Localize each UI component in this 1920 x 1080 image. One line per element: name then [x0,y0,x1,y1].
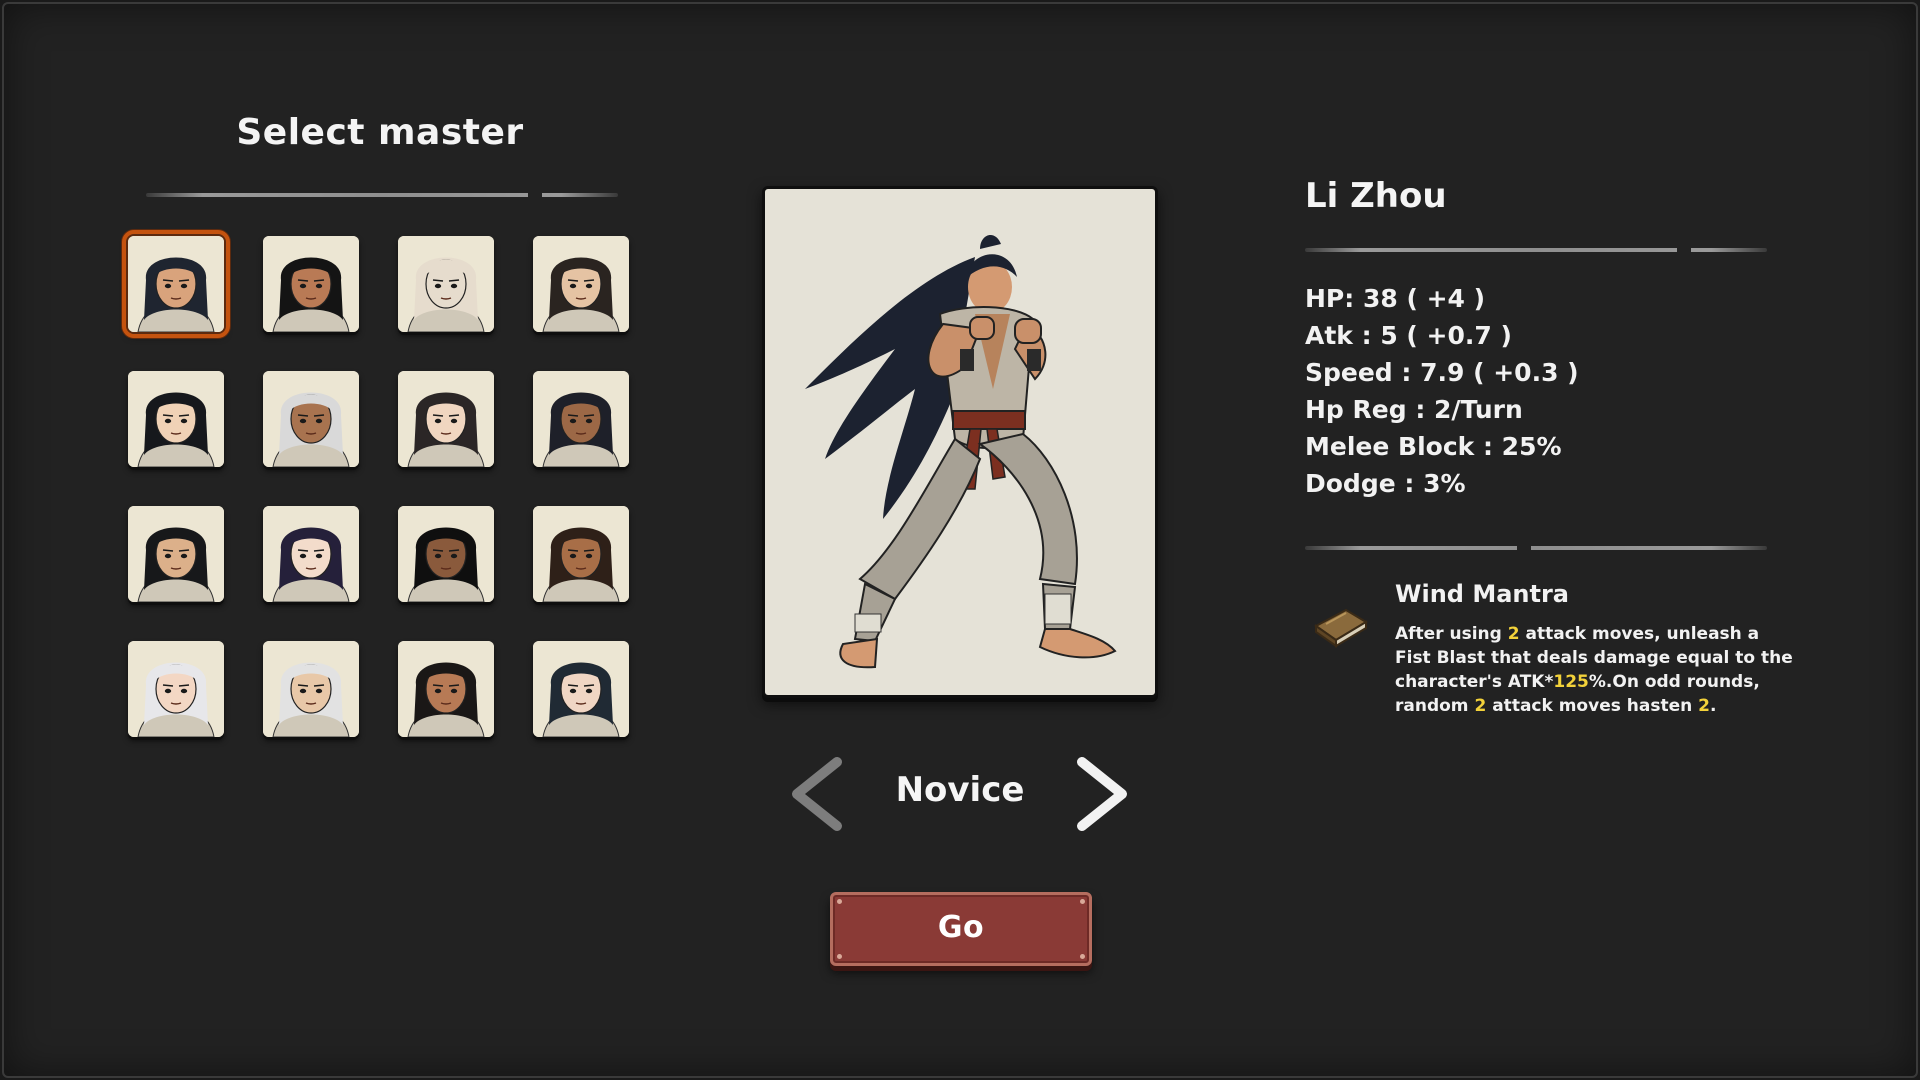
portrait-face-image [398,506,494,602]
master-portrait-bun-woman[interactable] [533,236,629,332]
portrait-face-image [128,236,224,332]
name-divider [1305,247,1767,253]
go-button[interactable]: Go [830,892,1092,966]
stat-speed: Speed : 7.9 ( +0.3 ) [1305,358,1579,387]
rank-label: Novice [895,770,1025,810]
master-portrait-li-zhou[interactable] [122,230,230,338]
stat-hp-reg: Hp Reg : 2/Turn [1305,395,1523,424]
rivet [1080,954,1085,959]
stat-dodge: Dodge : 3% [1305,469,1466,498]
portrait-face-image [128,371,224,467]
portrait-face-image [398,641,494,737]
screen-title: Select master [236,112,524,153]
master-portrait-dark-hair-woman[interactable] [533,641,629,737]
portrait-face-image [128,641,224,737]
chevron-right-icon [1077,757,1127,831]
go-button-label: Go [937,910,985,945]
rivet [837,899,842,904]
skill-desc-text: . [1709,696,1717,716]
master-portrait-twin-buns-girl[interactable] [398,641,494,737]
portrait-face-image [128,506,224,602]
portrait-face-image [263,371,359,467]
character-card [762,186,1158,698]
portrait-face-image [263,236,359,332]
master-portrait-white-hair-man[interactable] [263,641,359,737]
skill-desc-text: attack moves hasten [1486,696,1699,716]
stats-divider [1305,545,1767,551]
skill-desc-value: 2 [1507,624,1520,644]
chevron-left-icon [792,757,842,831]
master-portrait-long-hair-woman[interactable] [263,236,359,332]
stat-atk: Atk : 5 ( +0.7 ) [1305,321,1512,350]
skill-desc-text: After using [1395,624,1508,644]
stats-list: HP: 38 ( +4 ) Atk : 5 ( +0.7 ) Speed : 7… [1305,280,1579,502]
portrait-face-image [263,506,359,602]
portrait-face-image [533,236,629,332]
master-portrait-headband-girl[interactable] [128,641,224,737]
portrait-face-image [533,641,629,737]
skill-desc-value: 2 [1698,696,1710,716]
master-portrait-bald-elder[interactable] [398,236,494,332]
master-portrait-wild-hair-fighter[interactable] [398,506,494,602]
master-portrait-grinning-elder[interactable] [263,371,359,467]
rivet [837,954,842,959]
skill-desc-value: 2 [1474,696,1487,716]
stat-hp: HP: 38 ( +4 ) [1305,284,1486,313]
master-portrait-streaked-hair-man[interactable] [533,371,629,467]
character-name: Li Zhou [1305,176,1447,216]
skill-title: Wind Mantra [1395,580,1569,608]
portrait-face-image [533,371,629,467]
rivet [1080,899,1085,904]
master-portrait-short-hair-youth[interactable] [128,371,224,467]
master-portrait-curly-hair-boy[interactable] [533,506,629,602]
skill-desc-value: 125 [1553,672,1589,692]
prev-rank-button[interactable] [785,756,855,832]
portrait-face-image [398,236,494,332]
stat-melee-block: Melee Block : 25% [1305,432,1562,461]
master-portrait-grid [122,230,638,746]
skill-description: After using 2 attack moves, unleash a Fi… [1395,622,1795,718]
master-portrait-scarred-brawler[interactable] [128,506,224,602]
title-divider [146,192,618,198]
next-rank-button[interactable] [1064,756,1134,832]
portrait-face-image [398,371,494,467]
portrait-face-image [263,641,359,737]
book-icon [1312,600,1370,650]
master-portrait-long-hair-youth[interactable] [398,371,494,467]
master-portrait-violet-hair-woman[interactable] [263,506,359,602]
portrait-face-image [533,506,629,602]
character-full-art [805,234,1117,669]
